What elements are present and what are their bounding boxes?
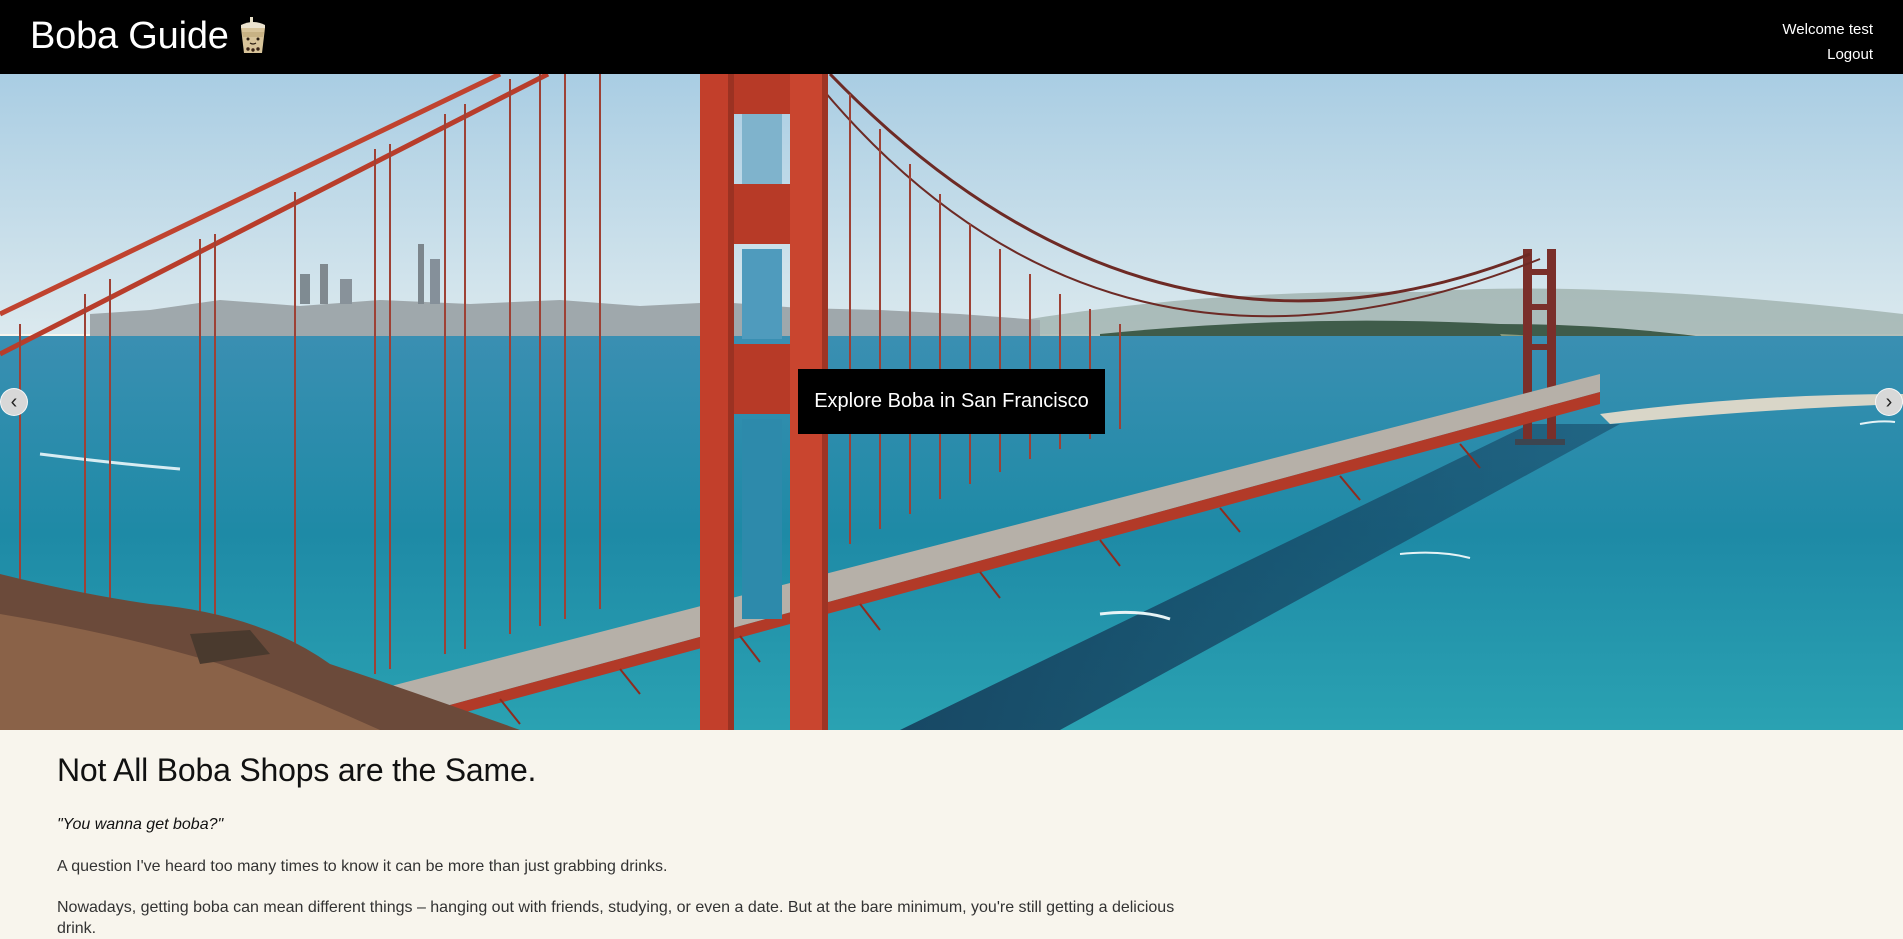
intro-paragraph-2: Nowadays, getting boba can mean differen… — [57, 899, 1175, 937]
logout-link[interactable]: Logout — [1782, 42, 1873, 67]
hero-carousel: Explore Boba in San Francisco ‹ › — [0, 74, 1903, 730]
brand-title: Boba Guide — [30, 15, 229, 57]
carousel-prev-button[interactable]: ‹ — [0, 388, 28, 416]
chevron-left-icon: ‹ — [10, 391, 18, 413]
main-content: Not All Boba Shops are the Same. "You wa… — [57, 746, 1207, 939]
intro-paragraph-1: A question I've heard too many times to … — [57, 858, 668, 875]
carousel-next-button[interactable]: › — [1875, 388, 1903, 416]
intro-quote: "You wanna get boba?" — [57, 816, 224, 833]
top-navbar: Boba Guide Welcome test Logout — [0, 0, 1903, 74]
carousel-caption[interactable]: Explore Boba in San Francisco — [798, 369, 1105, 434]
user-menu: Welcome test Logout — [1782, 17, 1873, 67]
brand-link[interactable]: Boba Guide — [30, 10, 269, 62]
welcome-text: Welcome test — [1782, 21, 1873, 38]
chevron-right-icon: › — [1885, 391, 1893, 413]
page-heading: Not All Boba Shops are the Same. — [57, 752, 537, 788]
boba-cup-icon — [240, 17, 265, 53]
